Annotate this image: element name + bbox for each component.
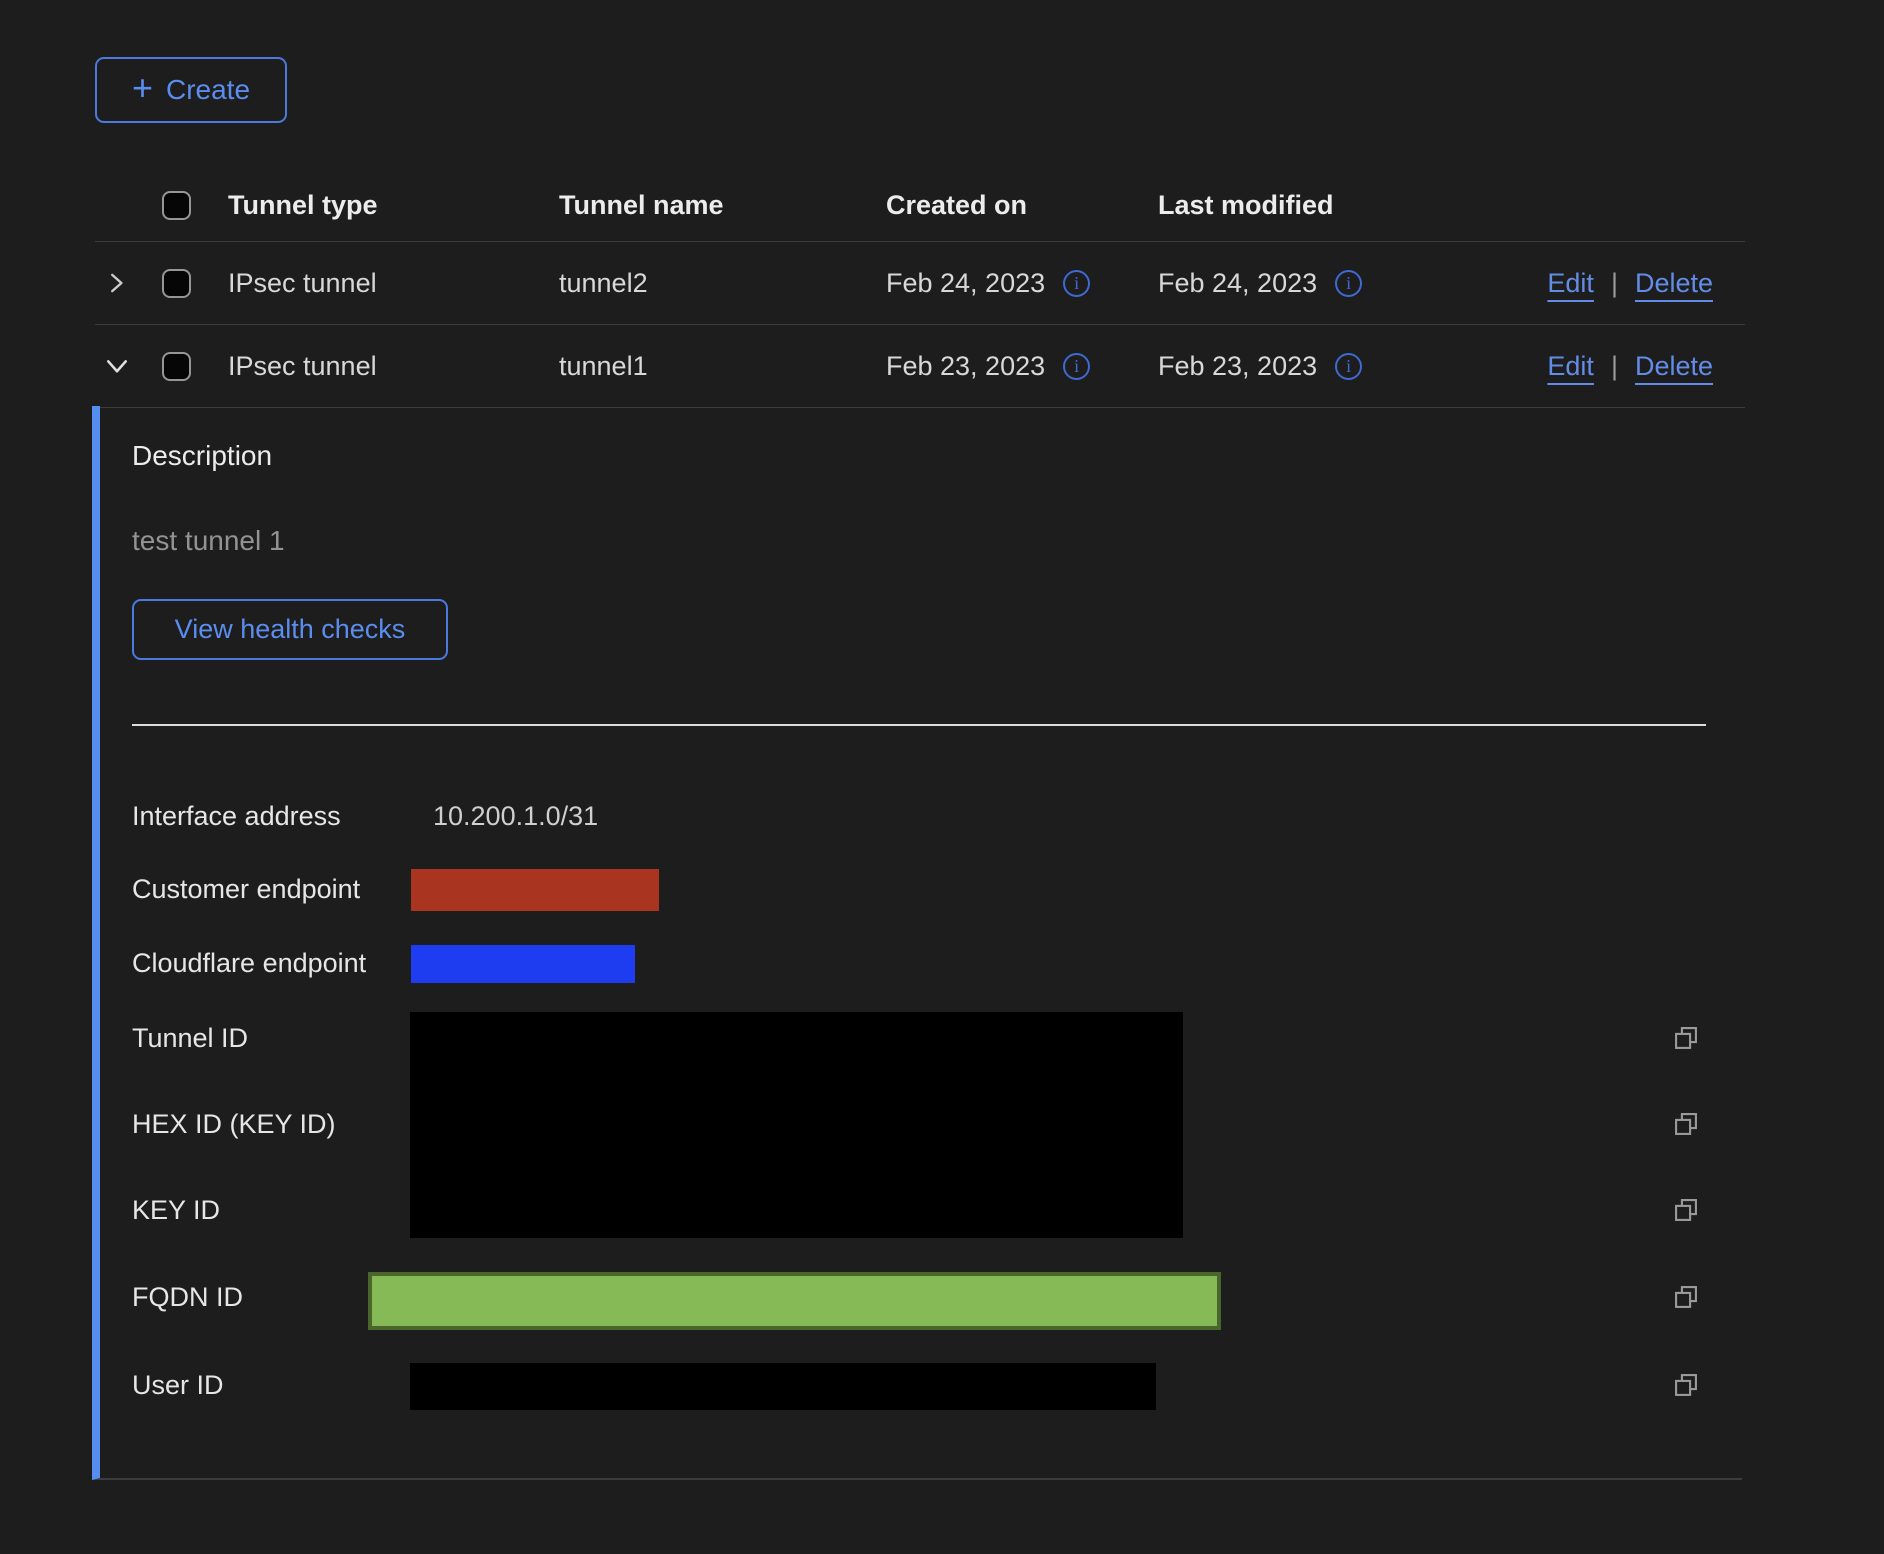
- row-select-cell: [151, 352, 228, 381]
- chevron-right-icon[interactable]: [103, 270, 129, 296]
- column-header-tunnel-type: Tunnel type: [228, 190, 559, 221]
- interface-address-value: 10.200.1.0/31: [433, 799, 598, 833]
- fqdn-id-redacted-value: [368, 1272, 1221, 1330]
- table-row: IPsec tunnel tunnel2 Feb 24, 2023 i Feb …: [95, 242, 1745, 325]
- tunnel-name-cell: tunnel1: [559, 351, 886, 382]
- column-header-created-on: Created on: [886, 190, 1158, 221]
- fqdn-id-label: FQDN ID: [132, 1280, 243, 1314]
- table-header-row: Tunnel type Tunnel name Created on Last …: [95, 170, 1745, 242]
- row-actions: Edit | Delete: [1547, 325, 1713, 407]
- last-modified-cell: Feb 24, 2023 i: [1158, 268, 1458, 299]
- info-icon[interactable]: i: [1063, 270, 1090, 297]
- column-header-tunnel-name: Tunnel name: [559, 190, 886, 221]
- hex-id-label: HEX ID (KEY ID): [132, 1107, 336, 1141]
- create-button-label: Create: [166, 74, 250, 106]
- delete-link[interactable]: Delete: [1635, 268, 1713, 299]
- tunnel-id-hex-key-redacted-value: [410, 1012, 1183, 1238]
- key-id-label: KEY ID: [132, 1193, 220, 1227]
- info-icon[interactable]: i: [1063, 353, 1090, 380]
- copy-icon[interactable]: [1672, 1283, 1700, 1311]
- tunnel-type-cell: IPsec tunnel: [228, 268, 559, 299]
- created-on-cell: Feb 24, 2023 i: [886, 268, 1158, 299]
- create-button[interactable]: + Create: [95, 57, 287, 123]
- panel-divider: [132, 724, 1706, 726]
- edit-link[interactable]: Edit: [1547, 351, 1594, 382]
- customer-endpoint-label: Customer endpoint: [132, 872, 360, 906]
- user-id-redacted-value: [410, 1363, 1156, 1410]
- view-health-checks-button[interactable]: View health checks: [132, 599, 448, 660]
- user-id-label: User ID: [132, 1368, 224, 1402]
- column-header-last-modified: Last modified: [1158, 190, 1458, 221]
- copy-icon[interactable]: [1672, 1110, 1700, 1138]
- actions-separator: |: [1611, 351, 1618, 382]
- info-icon[interactable]: i: [1335, 270, 1362, 297]
- select-all-cell: [151, 191, 228, 220]
- created-on-value: Feb 24, 2023: [886, 268, 1045, 299]
- tunnels-table: Tunnel type Tunnel name Created on Last …: [95, 170, 1745, 408]
- tunnel-id-label: Tunnel ID: [132, 1021, 248, 1055]
- table-row: IPsec tunnel tunnel1 Feb 23, 2023 i Feb …: [95, 325, 1745, 408]
- delete-link[interactable]: Delete: [1635, 351, 1713, 382]
- row-checkbox[interactable]: [162, 269, 191, 298]
- description-value: test tunnel 1: [132, 525, 285, 557]
- created-on-value: Feb 23, 2023: [886, 351, 1045, 382]
- row-checkbox[interactable]: [162, 352, 191, 381]
- tunnel-name-cell: tunnel2: [559, 268, 886, 299]
- actions-separator: |: [1611, 268, 1618, 299]
- tunnel-type-cell: IPsec tunnel: [228, 351, 559, 382]
- last-modified-value: Feb 24, 2023: [1158, 268, 1317, 299]
- row-actions: Edit | Delete: [1547, 242, 1713, 324]
- cloudflare-endpoint-redacted-value: [411, 945, 635, 983]
- chevron-down-icon[interactable]: [103, 352, 131, 380]
- created-on-cell: Feb 23, 2023 i: [886, 351, 1158, 382]
- plus-icon: +: [132, 70, 153, 106]
- expanded-tunnel-panel: Description test tunnel 1 View health ch…: [92, 406, 1742, 1480]
- select-all-checkbox[interactable]: [162, 191, 191, 220]
- edit-link[interactable]: Edit: [1547, 268, 1594, 299]
- copy-icon[interactable]: [1672, 1371, 1700, 1399]
- row-select-cell: [151, 269, 228, 298]
- copy-icon[interactable]: [1672, 1196, 1700, 1224]
- last-modified-value: Feb 23, 2023: [1158, 351, 1317, 382]
- copy-icon[interactable]: [1672, 1024, 1700, 1052]
- info-icon[interactable]: i: [1335, 353, 1362, 380]
- description-label: Description: [132, 440, 272, 472]
- cloudflare-endpoint-label: Cloudflare endpoint: [132, 946, 366, 980]
- customer-endpoint-redacted-value: [411, 869, 659, 911]
- tunnels-page: + Create Tunnel type Tunnel name Created…: [0, 0, 1884, 1554]
- last-modified-cell: Feb 23, 2023 i: [1158, 351, 1458, 382]
- interface-address-label: Interface address: [132, 799, 341, 833]
